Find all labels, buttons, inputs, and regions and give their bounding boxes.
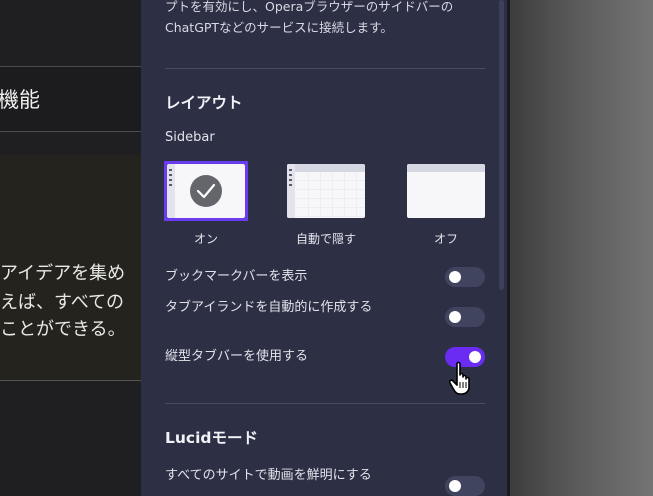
layout-option-autohide[interactable] bbox=[287, 164, 365, 218]
toggle-knob bbox=[449, 311, 461, 323]
background-text-line: えば、すべての bbox=[0, 292, 125, 313]
tab-islands-label: タブアイランドを自動的に作成する bbox=[165, 300, 373, 315]
section-divider bbox=[165, 403, 485, 404]
bookmark-bar-toggle[interactable] bbox=[445, 267, 485, 287]
intro-text-line: プトを有効にし、Operaブラウザーのサイドバーの bbox=[165, 0, 454, 14]
layout-preview bbox=[167, 164, 245, 218]
layout-option-off[interactable] bbox=[407, 164, 485, 218]
layout-option-label: オン bbox=[193, 232, 218, 246]
background-text-line: ことができる。 bbox=[0, 319, 126, 340]
background-app-window: 機能 アイデアを集め えば、すべての ことができる。 bbox=[0, 0, 141, 496]
preview-sidebar-dots bbox=[289, 169, 292, 189]
toggle-knob bbox=[449, 480, 461, 492]
hand-pointer-cursor bbox=[448, 360, 478, 396]
panel-edge bbox=[507, 0, 510, 496]
preview-sidebar-dots bbox=[169, 169, 172, 189]
layout-option-label: 自動で隠す bbox=[295, 232, 356, 246]
desktop-background bbox=[509, 0, 653, 496]
vertical-tabs-label: 縦型タブバーを使用する bbox=[165, 349, 309, 364]
preview-topbar bbox=[287, 164, 365, 172]
lucid-section-title: Lucidモード bbox=[165, 429, 259, 447]
background-heading: 機能 bbox=[0, 88, 40, 112]
sharpen-video-label: すべてのサイトで動画を鮮明にする bbox=[165, 468, 372, 483]
section-divider bbox=[165, 68, 485, 69]
intro-text-line: ChatGPTなどのサービスに接続します。 bbox=[165, 20, 393, 35]
preview-content-grid bbox=[297, 172, 365, 218]
bookmark-bar-label: ブックマークバーを表示 bbox=[165, 269, 308, 284]
background-content-card: アイデアを集め えば、すべての ことができる。 bbox=[0, 155, 141, 381]
background-text-line: アイデアを集め bbox=[0, 263, 126, 284]
tab-islands-toggle[interactable] bbox=[445, 307, 485, 327]
settings-panel bbox=[141, 0, 507, 496]
checkmark-icon bbox=[190, 175, 222, 207]
layout-preview bbox=[287, 164, 365, 218]
layout-option-label: オフ bbox=[433, 232, 458, 246]
toggle-knob bbox=[449, 271, 461, 283]
sharpen-video-toggle[interactable] bbox=[445, 476, 485, 496]
layout-option-on[interactable] bbox=[164, 161, 248, 221]
layout-preview bbox=[407, 164, 485, 218]
preview-topbar bbox=[407, 164, 485, 172]
layout-section-title: レイアウト bbox=[165, 94, 243, 112]
sidebar-label: Sidebar bbox=[165, 130, 215, 145]
